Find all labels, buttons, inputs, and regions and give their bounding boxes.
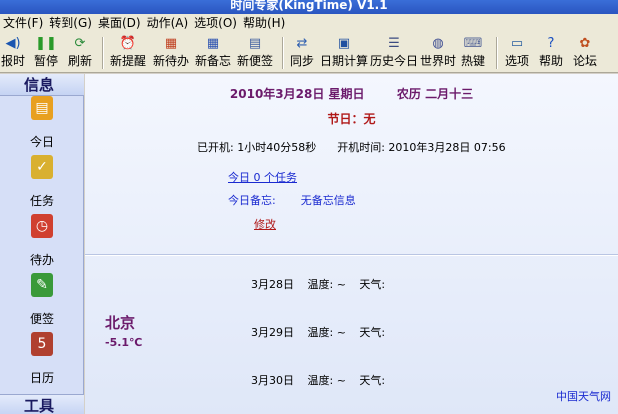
- alarm-clock-icon: ⏰: [119, 36, 137, 51]
- history-today-button[interactable]: ☰ 历史今日: [368, 35, 420, 71]
- date-calc-button[interactable]: ▣ 日期计算: [318, 35, 370, 71]
- weather-temp: 温度: ~: [307, 326, 346, 339]
- sidebar-header-info[interactable]: 信息: [0, 74, 84, 96]
- weather-date: 3月30日: [251, 374, 294, 387]
- report-time-button[interactable]: ◀) 报时: [0, 35, 26, 71]
- clipboard-icon: ▤: [31, 96, 53, 120]
- history-icon: ☰: [388, 36, 400, 51]
- menu-desktop[interactable]: 桌面(D): [95, 14, 144, 33]
- weather-row: 3月28日 温度: ~ 天气:: [251, 276, 395, 292]
- menu-bar: 文件(F) 转到(G) 桌面(D) 动作(A) 选项(O) 帮助(H): [0, 14, 618, 33]
- globe-icon: ◍: [432, 36, 444, 51]
- sidebar-item-label: 便签: [29, 312, 54, 326]
- weather-temp: 温度: ~: [307, 278, 346, 291]
- window-title-bar[interactable]: 时间专家(KingTime) V1.1: [0, 0, 618, 14]
- pause-button[interactable]: ❚❚ 暂停: [32, 35, 60, 71]
- todo-icon: ◷: [31, 214, 53, 238]
- memo-value: 无备忘信息: [300, 194, 356, 207]
- options-icon: ▭: [510, 36, 524, 51]
- sidebar-header-tools[interactable]: 工具: [0, 394, 84, 414]
- speaker-icon: ◀): [5, 36, 21, 51]
- weather-row: 3月30日 温度: ~ 天气:: [251, 372, 395, 388]
- refresh-button[interactable]: ⟳ 刷新: [66, 35, 94, 71]
- sidebar-item-label: 待办: [29, 253, 54, 267]
- sticky-note-icon: ✎: [31, 273, 53, 297]
- forum-icon: ✿: [579, 36, 591, 51]
- edit-memo-link[interactable]: 修改: [254, 216, 276, 232]
- new-reminder-button[interactable]: ⏰ 新提醒: [108, 35, 148, 71]
- menu-options[interactable]: 选项(O): [191, 14, 240, 33]
- toolbar-separator: [282, 37, 284, 69]
- options-button[interactable]: ▭ 选项: [502, 35, 532, 71]
- note-icon: ▤: [248, 36, 262, 51]
- sidebar-item-todo[interactable]: ◷ 待办: [0, 214, 84, 270]
- menu-goto[interactable]: 转到(G): [46, 14, 95, 33]
- sidebar-item-calendar[interactable]: 5 日历: [0, 332, 84, 388]
- calculator-icon: ▣: [337, 36, 351, 51]
- sidebar-item-today[interactable]: ▤ 今日: [0, 96, 84, 152]
- new-sticky-button[interactable]: ▤ 新便签: [235, 35, 275, 71]
- boot-time-label: 开机时间: 2010年3月28日 07:56: [337, 141, 506, 154]
- calendar-icon: 5: [31, 332, 53, 356]
- sidebar-item-sticky[interactable]: ✎ 便签: [0, 273, 84, 329]
- toolbar-separator: [102, 37, 104, 69]
- task-icon: ✓: [31, 155, 53, 179]
- hotkey-icon: ⌨: [463, 36, 483, 51]
- calendar-clock-icon: ▦: [164, 36, 178, 51]
- weather-row: 3月29日 温度: ~ 天气:: [251, 324, 395, 340]
- memo-label: 今日备忘:: [228, 194, 276, 207]
- menu-help[interactable]: 帮助(H): [240, 14, 288, 33]
- uptime-info: 已开机: 1小时40分58秒 开机时间: 2010年3月28日 07:56: [197, 139, 506, 155]
- hotkey-button[interactable]: ⌨ 热键: [458, 35, 488, 71]
- holiday-info: 节日：无: [327, 112, 376, 126]
- menu-action[interactable]: 动作(A): [144, 14, 192, 33]
- forum-button[interactable]: ✿ 论坛: [570, 35, 600, 71]
- weather-city: 北京: [105, 314, 136, 332]
- toolbar-separator: [496, 37, 498, 69]
- weather-condition: 天气:: [359, 374, 386, 387]
- memo-row: 今日备忘: 无备忘信息: [228, 192, 356, 208]
- uptime-label: 已开机: 1小时40分58秒: [197, 141, 317, 154]
- menu-file[interactable]: 文件(F): [0, 14, 46, 33]
- date-header: 2010年3月28日 星期日 农历 二月十三: [85, 85, 618, 102]
- lunar-date: 农历 二月十三: [396, 87, 474, 101]
- sidebar: 信息 ▤ 今日 ✓ 任务 ◷ 待办 ✎ 便签 5 日历 工具: [0, 74, 84, 414]
- weather-condition: 天气:: [359, 278, 386, 291]
- section-divider: [85, 254, 618, 256]
- world-time-button[interactable]: ◍ 世界时: [418, 35, 458, 71]
- sidebar-item-label: 日历: [29, 371, 54, 385]
- help-button[interactable]: ? 帮助: [536, 35, 566, 71]
- weather-source-link[interactable]: 中国天气网: [556, 388, 611, 404]
- grid-icon: ▦: [206, 36, 220, 51]
- current-temp: -5.1℃: [105, 336, 143, 349]
- window-title: 时间专家(KingTime) V1.1: [230, 0, 388, 12]
- solar-date: 2010年3月28日 星期日: [229, 87, 365, 101]
- weather-temp: 温度: ~: [307, 374, 346, 387]
- weather-date: 3月28日: [251, 278, 294, 291]
- help-icon: ?: [547, 36, 555, 51]
- weather-condition: 天气:: [359, 326, 386, 339]
- today-tasks-link[interactable]: 今日 0 个任务: [228, 169, 297, 185]
- toolbar: ◀) 报时 ❚❚ 暂停 ⟳ 刷新 ⏰ 新提醒 ▦ 新待办 ▦ 新备忘 ▤ 新便签…: [0, 33, 618, 73]
- sidebar-item-task[interactable]: ✓ 任务: [0, 155, 84, 211]
- sync-icon: ⇄: [296, 36, 308, 51]
- refresh-icon: ⟳: [74, 36, 86, 51]
- weather-date: 3月29日: [251, 326, 294, 339]
- today-panel: 2010年3月28日 星期日 农历 二月十三 节日：无 已开机: 1小时40分5…: [85, 74, 618, 414]
- new-memo-button[interactable]: ▦ 新备忘: [193, 35, 233, 71]
- sync-button[interactable]: ⇄ 同步: [288, 35, 316, 71]
- sidebar-item-label: 任务: [29, 194, 54, 208]
- new-todo-button[interactable]: ▦ 新待办: [151, 35, 191, 71]
- pause-icon: ❚❚: [35, 36, 57, 51]
- sidebar-item-label: 今日: [29, 135, 54, 149]
